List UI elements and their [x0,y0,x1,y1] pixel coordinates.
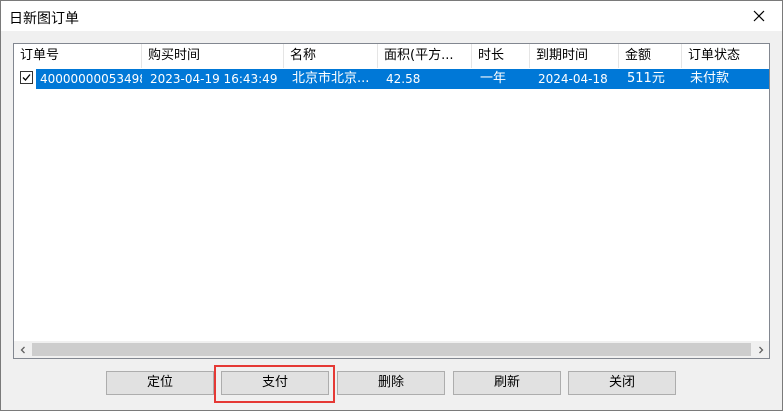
order-list[interactable]: 订单号 购买时间 名称 面积(平方... 时长 到期时间 金额 订单状态 400… [13,43,770,359]
delete-button[interactable]: 删除 [337,371,445,395]
table-row[interactable]: 40000000053498 2023-04-19 16:43:49 北京市北京… [14,69,769,89]
cell-amount: 511元 [627,71,665,86]
close-window-button[interactable] [736,1,782,31]
column-header-name[interactable]: 名称 [284,44,378,68]
close-icon [753,10,765,22]
close-button[interactable]: 关闭 [568,371,676,395]
chevron-right-icon [758,346,763,353]
column-header-expiry-date[interactable]: 到期时间 [530,44,619,68]
pay-button[interactable]: 支付 [221,371,329,395]
window-title: 日新图订单 [9,11,79,27]
column-header-duration[interactable]: 时长 [472,44,530,68]
column-header-status[interactable]: 订单状态 [682,44,769,68]
checkmark-icon [22,74,31,81]
locate-button[interactable]: 定位 [106,371,214,395]
list-header: 订单号 购买时间 名称 面积(平方... 时长 到期时间 金额 订单状态 [14,44,769,68]
cell-duration: 一年 [480,71,507,86]
chevron-left-icon [20,346,25,353]
order-dialog: 日新图订单 订单号 购买时间 名称 面积(平方... 时长 到期时间 金额 订单… [0,0,783,411]
title-bar: 日新图订单 [1,1,782,31]
column-header-order-id[interactable]: 订单号 [14,44,142,68]
scroll-left-button[interactable] [14,341,31,358]
horizontal-scrollbar[interactable] [14,341,769,358]
scroll-right-button[interactable] [752,341,769,358]
cell-expiry-date: 2024-04-18 [538,72,608,86]
cell-status: 未付款 [690,71,730,86]
cell-order-id: 40000000053498 [40,72,142,86]
column-header-area[interactable]: 面积(平方... [378,44,472,68]
column-header-purchase-time[interactable]: 购买时间 [142,44,284,68]
scrollbar-thumb[interactable] [32,343,751,356]
cell-name: 北京市北京... [292,71,370,86]
refresh-button[interactable]: 刷新 [453,371,561,395]
cell-area: 42.58 [386,72,421,86]
column-header-amount[interactable]: 金额 [619,44,682,68]
row-checkbox[interactable] [20,71,33,84]
cell-purchase-time: 2023-04-19 16:43:49 [150,72,278,86]
